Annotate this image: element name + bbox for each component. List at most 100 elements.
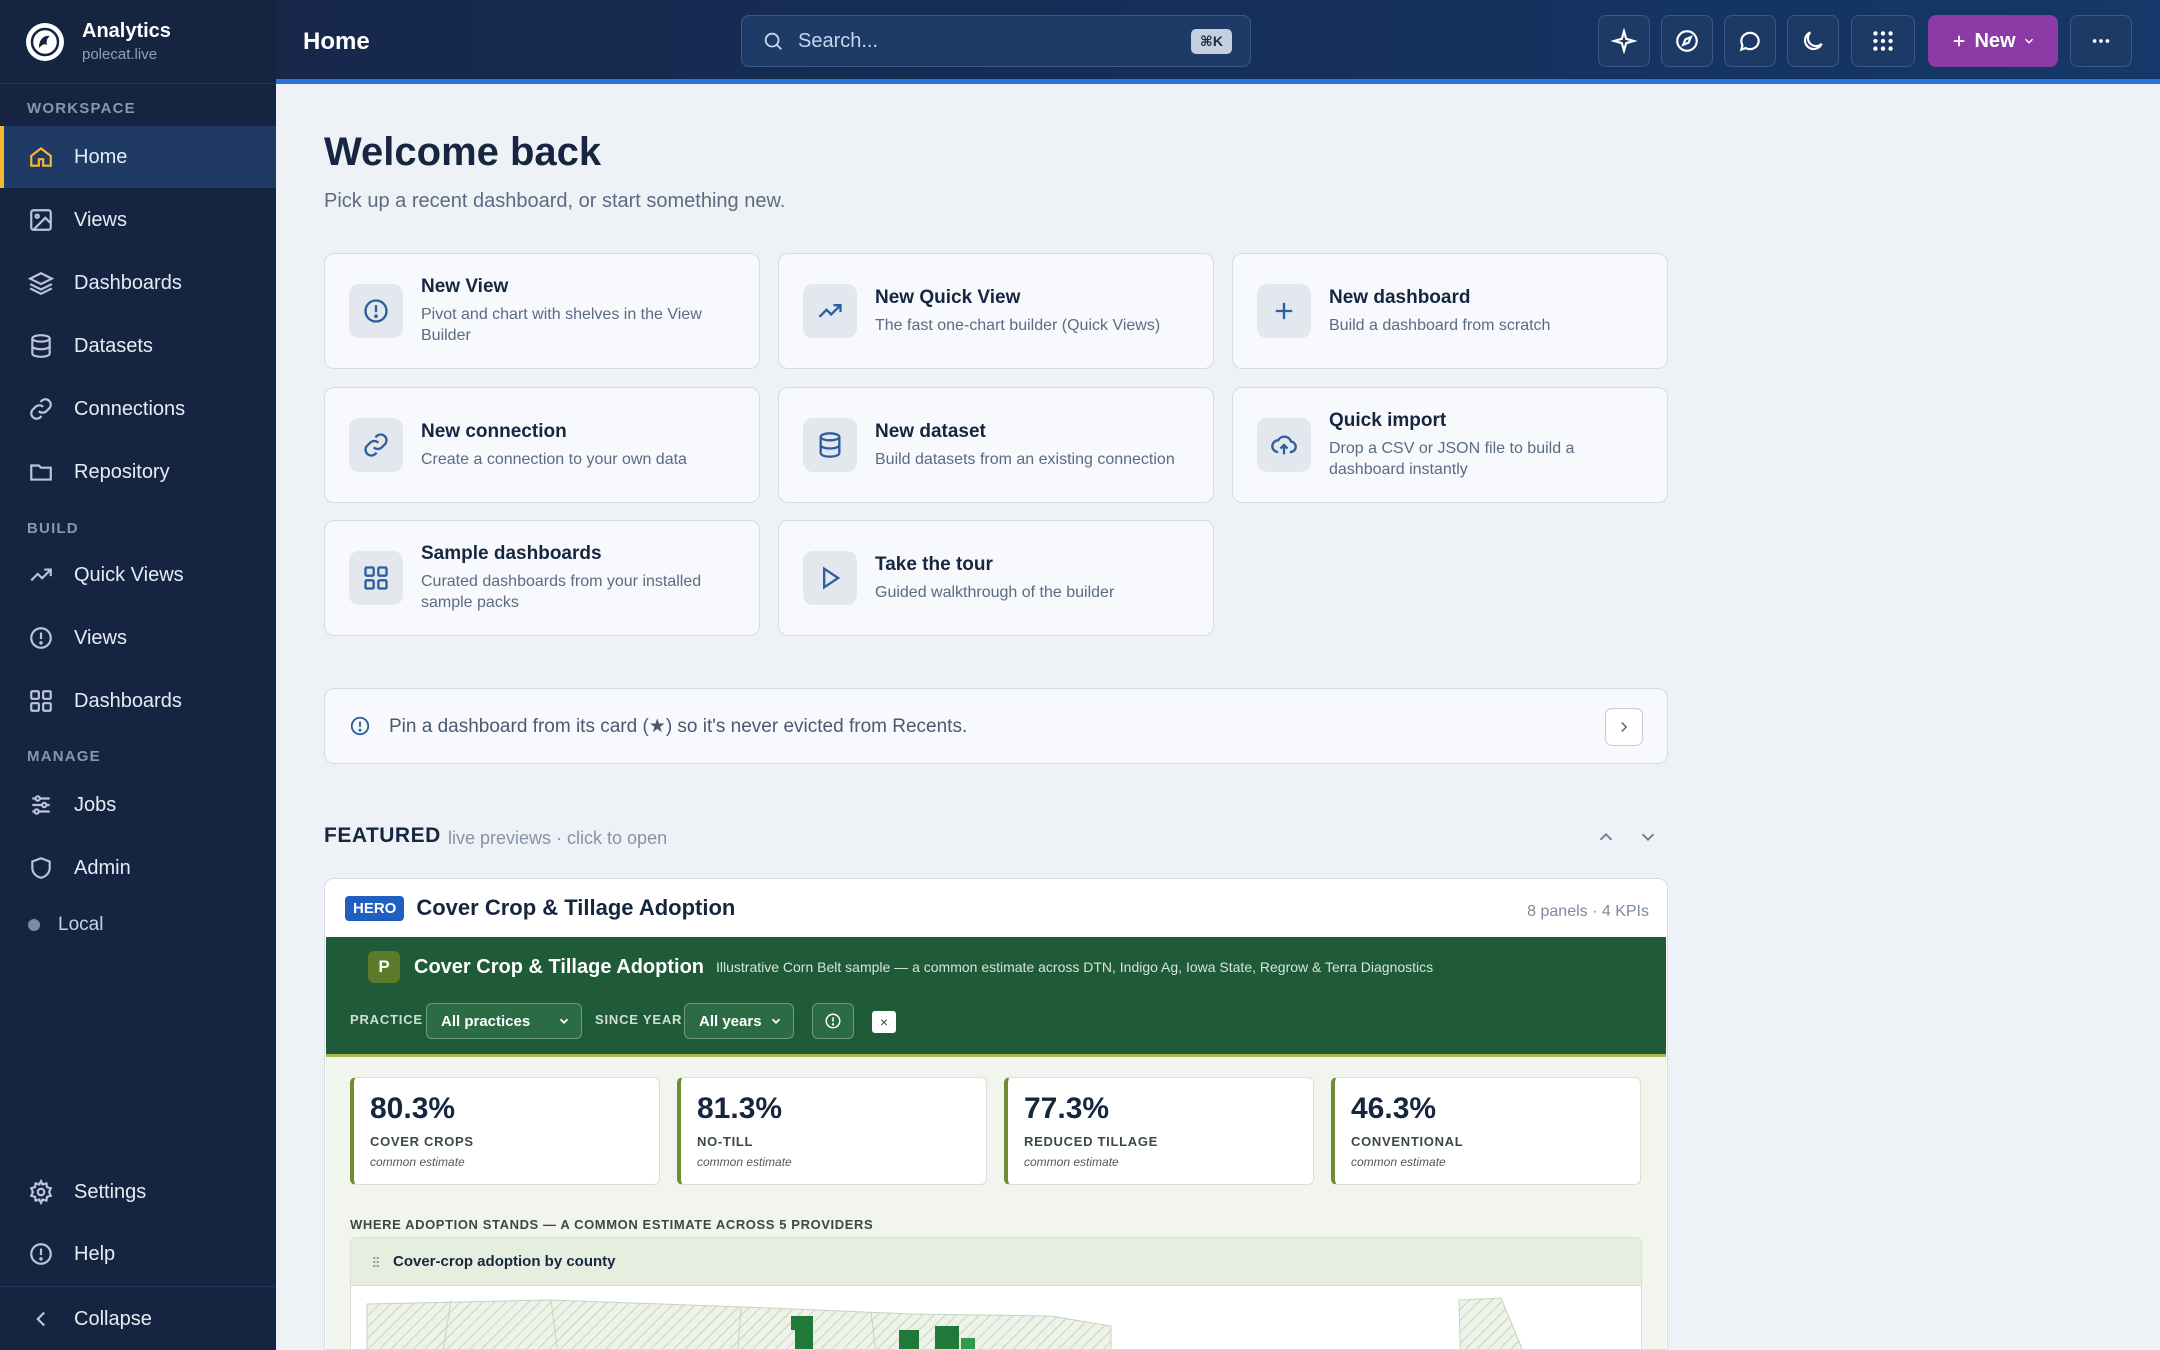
new-button[interactable]: New xyxy=(1928,15,2058,67)
brand[interactable]: Analytics polecat.live xyxy=(0,0,276,84)
link-icon xyxy=(30,398,52,420)
welcome-heading: Welcome back xyxy=(324,130,602,174)
trend-icon xyxy=(803,284,857,338)
sidebar-item-label: Datasets xyxy=(74,334,153,357)
chat-button[interactable] xyxy=(1724,15,1776,67)
sidebar-item-label: Jobs xyxy=(74,793,117,816)
moon-icon xyxy=(1803,31,1823,51)
card-sample-dashboards[interactable]: Sample dashboards Curated dashboards from… xyxy=(324,520,760,636)
sidebar-item-repository[interactable]: Repository xyxy=(0,441,276,503)
local-status[interactable]: Local xyxy=(28,914,103,936)
kpi-note: common estimate xyxy=(1351,1155,1446,1169)
dashboard-banner: P Cover Crop & Tillage Adoption Illustra… xyxy=(326,937,1666,1057)
chevron-down-icon[interactable] xyxy=(1637,826,1659,848)
card-desc: Create a connection to your own data xyxy=(421,450,687,468)
kpi-value: 46.3% xyxy=(1351,1092,1437,1125)
kpi-label: NO-TILL xyxy=(697,1134,754,1149)
since-year-select-value: All years xyxy=(699,1012,762,1030)
card-new-quick-view[interactable]: New Quick View The fast one-chart builder… xyxy=(778,253,1214,369)
plus-icon xyxy=(1257,284,1311,338)
help-icon xyxy=(30,1243,52,1265)
app-name: Analytics xyxy=(82,20,171,42)
card-title: New dataset xyxy=(875,420,986,442)
card-desc: The fast one-chart builder (Quick Views) xyxy=(875,316,1161,334)
since-year-select[interactable]: All years xyxy=(684,1003,794,1039)
card-new-dataset[interactable]: New dataset Build datasets from an existi… xyxy=(778,387,1214,503)
sidebar-item-settings[interactable]: Settings xyxy=(0,1161,276,1223)
apps-button[interactable] xyxy=(1851,15,1915,67)
info-circle-icon xyxy=(350,716,370,736)
search-shortcut: ⌘K xyxy=(1190,29,1232,54)
kpi-card: 77.3% REDUCED TILLAGE common estimate xyxy=(1004,1077,1314,1185)
search-placeholder: Search... xyxy=(798,29,879,52)
sidebar-item-admin[interactable]: Admin xyxy=(0,837,276,899)
kpi-label: REDUCED TILLAGE xyxy=(1024,1134,1158,1149)
filter-info-button[interactable] xyxy=(812,1003,854,1039)
chevron-up-icon[interactable] xyxy=(1595,826,1617,848)
kpi-value: 81.3% xyxy=(697,1092,783,1125)
sidebar-item-dashboards[interactable]: Dashboards xyxy=(0,252,276,314)
chevron-down-icon xyxy=(771,1018,781,1024)
grid-icon xyxy=(349,551,403,605)
sliders-icon xyxy=(32,795,50,815)
sidebar-item-datasets[interactable]: Datasets xyxy=(0,315,276,377)
upload-cloud-icon xyxy=(1257,418,1311,472)
sidebar-item-label: Quick Views xyxy=(74,563,184,586)
sidebar-item-quick-views[interactable]: Quick Views xyxy=(0,544,276,606)
sidebar-item-build-dashboards[interactable]: Dashboards xyxy=(0,670,276,732)
kpi-note: common estimate xyxy=(370,1155,465,1169)
collapse-button[interactable]: Collapse xyxy=(0,1288,276,1350)
info-circle-icon xyxy=(30,627,52,649)
county-map xyxy=(366,1297,1523,1349)
card-desc: Curated dashboards from your installed s… xyxy=(421,573,702,611)
sidebar-item-connections[interactable]: Connections xyxy=(0,378,276,440)
explore-button[interactable] xyxy=(1661,15,1713,67)
trend-icon xyxy=(30,568,52,582)
app-host: polecat.live xyxy=(82,46,158,63)
drag-handle-icon[interactable] xyxy=(369,1255,383,1269)
card-new-connection[interactable]: New connection Create a connection to you… xyxy=(324,387,760,503)
page-title: Home xyxy=(303,28,370,55)
practice-select[interactable]: All practices xyxy=(426,1003,582,1039)
ai-assistant-button[interactable] xyxy=(1598,15,1650,67)
card-title: New Quick View xyxy=(875,286,1021,308)
filter-label-since-year: SINCE YEAR xyxy=(595,1012,683,1027)
sidebar-item-home[interactable]: Home xyxy=(0,126,276,188)
practice-select-value: All practices xyxy=(441,1012,531,1030)
map-panel-header[interactable]: Cover-crop adoption by county xyxy=(351,1238,1641,1286)
dashboard-body: 80.3% COVER CROPS common estimate 81.3% … xyxy=(326,1057,1666,1349)
theme-toggle-button[interactable] xyxy=(1787,15,1839,67)
card-title: New connection xyxy=(421,420,567,442)
sidebar-item-help[interactable]: Help xyxy=(0,1223,276,1285)
sidebar-item-label: Home xyxy=(74,145,128,168)
hero-dashboard-card[interactable]: HERO Cover Crop & Tillage Adoption 8 pan… xyxy=(324,878,1668,1350)
clear-filters-button[interactable]: × xyxy=(872,1011,896,1033)
gear-icon xyxy=(29,1179,53,1205)
database-icon xyxy=(31,334,51,358)
sidebar: Analytics polecat.live WORKSPACE Home Vi… xyxy=(0,0,276,1350)
dashboard-description: Illustrative Corn Belt sample — a common… xyxy=(716,959,1434,975)
sidebar-item-jobs[interactable]: Jobs xyxy=(0,774,276,836)
search-input[interactable]: Search... ⌘K xyxy=(741,15,1251,67)
card-new-dashboard[interactable]: New dashboard Build a dashboard from scra… xyxy=(1232,253,1668,369)
card-title: New dashboard xyxy=(1329,286,1471,308)
pin-hint-next-button[interactable] xyxy=(1605,708,1643,746)
apps-grid-icon xyxy=(1873,31,1893,51)
new-button-label: New xyxy=(1974,29,2016,52)
featured-heading: FEATURED xyxy=(324,824,441,847)
featured-subtitle: live previews · click to open xyxy=(448,828,668,848)
info-circle-icon xyxy=(825,1013,841,1029)
card-quick-import[interactable]: Quick import Drop a CSV or JSON file to b… xyxy=(1232,387,1668,503)
kpi-note: common estimate xyxy=(1024,1155,1119,1169)
chat-bubble-icon xyxy=(1739,31,1760,52)
more-menu-button[interactable] xyxy=(2070,15,2132,67)
card-desc: Drop a CSV or JSON file to build a dashb… xyxy=(1329,440,1575,478)
card-desc: Build datasets from an existing connecti… xyxy=(875,450,1175,468)
sidebar-item-views[interactable]: Views xyxy=(0,189,276,251)
card-new-view[interactable]: New View Pivot and chart with shelves in … xyxy=(324,253,760,369)
search-icon xyxy=(764,32,782,50)
layers-icon xyxy=(28,272,54,296)
card-take-the-tour[interactable]: Take the tour Guided walkthrough of the b… xyxy=(778,520,1214,636)
folder-icon xyxy=(30,464,52,481)
sidebar-item-build-views[interactable]: Views xyxy=(0,607,276,669)
